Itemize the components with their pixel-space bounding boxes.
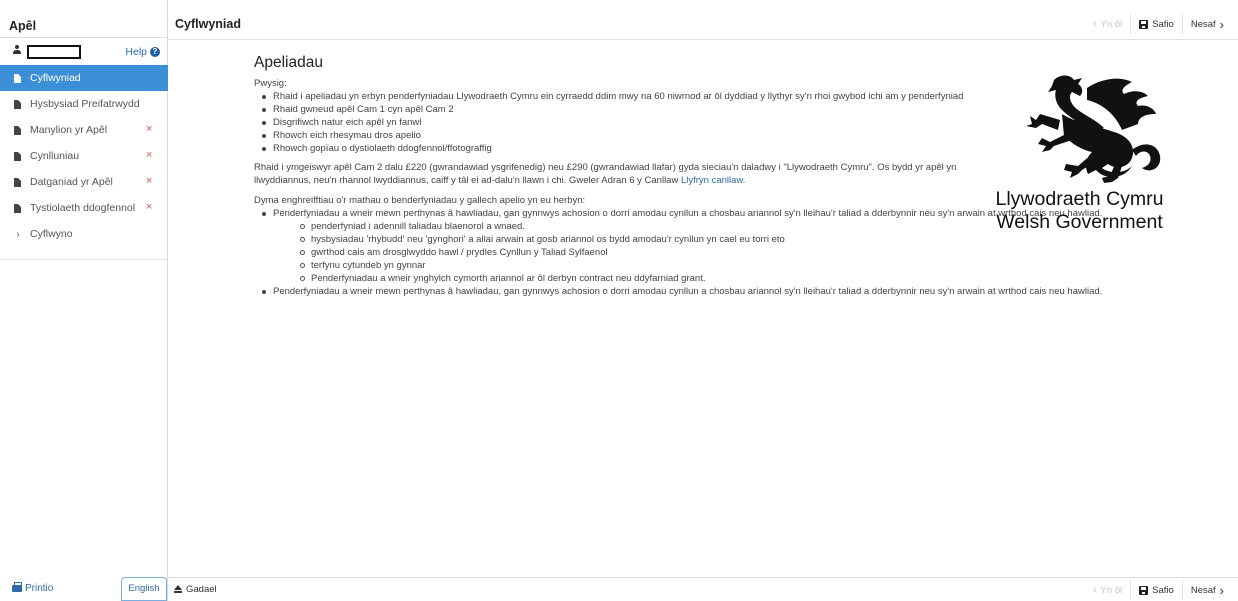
print-button[interactable]: Printio [12, 582, 54, 594]
chevron-left-icon: ‹ [1092, 18, 1097, 30]
footer-actions: ‹ Yn ôl Safio Nesaf › [1084, 580, 1232, 600]
sidebar-item-label: Tystiolaeth ddogfennol [30, 202, 136, 214]
fee-paragraph: Rhaid i ymgeiswyr apêl Cam 2 dalu £220 (… [254, 161, 984, 187]
sidebar-item-label: Cyflwyniad [30, 72, 81, 84]
footer-save-button[interactable]: Safio [1130, 580, 1182, 600]
document-icon [14, 125, 21, 135]
error-x-icon: × [146, 175, 153, 187]
sidebar-footer: Printio English [0, 577, 168, 601]
sidebar-item-hysbysiad-preifatrwydd[interactable]: Hysbysiad Preifatrwydd [0, 91, 168, 117]
chevron-right-icon: › [1219, 16, 1224, 32]
user-row: Help ? [0, 41, 168, 63]
save-label: Safio [1152, 18, 1174, 30]
fee-text: Rhaid i ymgeiswyr apêl Cam 2 dalu £220 (… [254, 162, 957, 186]
help-link[interactable]: Help ? [125, 46, 160, 58]
floppy-disk-icon [1139, 19, 1149, 29]
next-label: Nesaf [1190, 18, 1216, 30]
document-icon [14, 177, 21, 187]
dragon-icon [1026, 75, 1161, 183]
list-item: Rhaid i apeliadau yn erbyn penderfyniada… [254, 90, 994, 103]
sidebar-item-label: Hysbysiad Preifatrwydd [30, 98, 140, 110]
sidebar-item-datganiad-yr-apel[interactable]: Datganiad yr Apêl × [0, 169, 168, 195]
welsh-government-logo: Llywodraeth Cymru Welsh Government [992, 70, 1167, 240]
list-item: Penderfyniadau a wneir mewn perthynas â … [254, 285, 1160, 298]
error-x-icon: × [146, 123, 153, 135]
document-icon [14, 151, 21, 161]
list-item: Rhowch gopïau o dystiolaeth ddogfennol/f… [254, 142, 994, 155]
question-circle-icon: ? [150, 47, 160, 57]
guidance-booklet-link[interactable]: Llyfryn canllaw. [681, 175, 745, 186]
sidebar-item-manylion-yr-apel[interactable]: Manylion yr Apêl × [0, 117, 168, 143]
sidebar-item-label: Datganiad yr Apêl [30, 176, 113, 188]
sidebar-title: Apêl [9, 19, 37, 33]
eject-icon [174, 585, 182, 594]
sidebar-divider [0, 37, 168, 38]
footer-back-button[interactable]: ‹ Yn ôl [1084, 580, 1131, 600]
page-title: Cyflwyniad [175, 17, 241, 31]
list-item: Rhowch eich rhesymau dros apelio [254, 129, 994, 142]
user-icon [12, 45, 22, 56]
sublist-item: terfynu cytundeb yn gynnar [273, 259, 1160, 272]
footer-bar: Gadael ‹ Yn ôl Safio Nesaf › [168, 577, 1238, 601]
document-icon [14, 203, 21, 213]
save-button[interactable]: Safio [1130, 14, 1182, 34]
sidebar-item-cyflwyniad[interactable]: Cyflwyniad [0, 65, 168, 91]
document-icon [14, 73, 21, 83]
logo-wordmark: Llywodraeth Cymru Welsh Government [992, 188, 1167, 234]
header-actions: ‹ Yn ôl Safio Nesaf › [1084, 14, 1232, 34]
back-button[interactable]: ‹ Yn ôl [1084, 14, 1131, 34]
sublist-item: gwrthod cais am drosglwyddo hawl / prydl… [273, 246, 1160, 259]
important-list: Rhaid i apeliadau yn erbyn penderfyniada… [254, 90, 994, 155]
exit-label: Gadael [186, 584, 217, 595]
sublist-item: Penderfyniadau a wneir ynghylch cymorth … [273, 272, 1160, 285]
sidebar-nav: Cyflwyniad Hysbysiad Preifatrwydd Manyli… [0, 65, 168, 247]
error-x-icon: × [146, 149, 153, 161]
sidebar-item-label: Cyflwyno [30, 228, 73, 240]
floppy-disk-icon [1139, 585, 1149, 595]
language-toggle-button[interactable]: English [121, 577, 167, 601]
help-label: Help [125, 46, 147, 58]
sidebar-item-label: Cynlluniau [30, 150, 80, 162]
list-item: Disgrifiwch natur eich apêl yn fanwl [254, 116, 994, 129]
sidebar-item-label: Manylion yr Apêl [30, 124, 108, 136]
sidebar-item-tystiolaeth-ddogfennol[interactable]: Tystiolaeth ddogfennol × [0, 195, 168, 221]
chevron-left-icon: ‹ [1092, 584, 1097, 596]
save-label: Safio [1152, 584, 1174, 596]
printer-icon [12, 582, 22, 592]
header-bar: Cyflwyniad ‹ Yn ôl Safio Nesaf › [168, 0, 1238, 40]
list-item-text: Penderfyniadau a wneir mewn perthynas â … [273, 208, 1103, 219]
next-label: Nesaf [1190, 584, 1216, 596]
chevron-right-icon: › [1219, 582, 1224, 598]
document-icon [14, 99, 21, 109]
logo-line-english: Welsh Government [996, 211, 1163, 233]
chevron-right-icon: › [16, 228, 20, 240]
exit-button[interactable]: Gadael [174, 584, 217, 595]
footer-next-button[interactable]: Nesaf › [1181, 580, 1232, 600]
back-label: Yn ôl [1100, 18, 1123, 30]
list-item: Rhaid gwneud apêl Cam 1 cyn apêl Cam 2 [254, 103, 994, 116]
sidebar: Apêl Help ? Cyflwyniad Hysbysiad Preifat… [0, 0, 168, 601]
error-x-icon: × [146, 201, 153, 213]
sidebar-item-cynlluniau[interactable]: Cynlluniau × [0, 143, 168, 169]
next-button[interactable]: Nesaf › [1181, 14, 1232, 34]
redacted-username [27, 45, 81, 59]
sidebar-item-cyflwyno[interactable]: › Cyflwyno [0, 221, 168, 247]
back-label: Yn ôl [1100, 584, 1123, 596]
nav-divider [0, 259, 168, 260]
logo-line-welsh: Llywodraeth Cymru [995, 188, 1164, 210]
print-label: Printio [25, 583, 54, 594]
